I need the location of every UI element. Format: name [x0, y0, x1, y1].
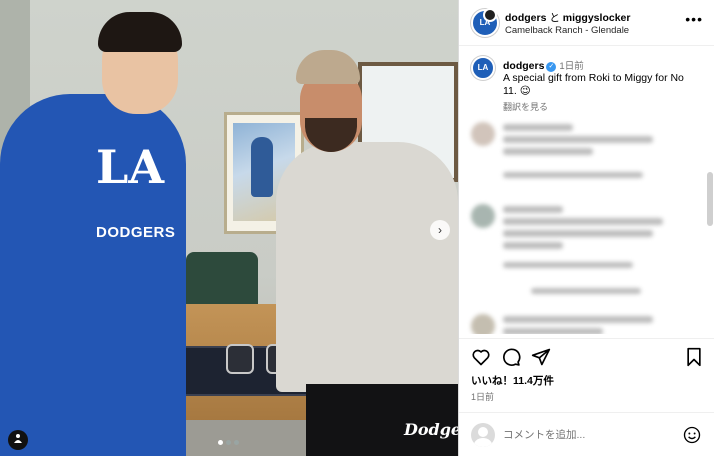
carousel-dot: [218, 440, 223, 445]
carousel-indicator: [218, 440, 239, 445]
like-count[interactable]: いいね！11.4万件: [471, 373, 554, 388]
caption-avatar[interactable]: LA: [471, 56, 495, 80]
scrollbar[interactable]: [707, 172, 713, 226]
current-user-avatar: [471, 423, 495, 447]
post-caption: LA dodgers ✓ 1日前 A special gift from Roki …: [459, 46, 714, 112]
verified-badge-icon: ✓: [546, 62, 557, 72]
caption-username[interactable]: dodgers: [503, 60, 544, 72]
post-actions: いいね！11.4万件 1日前: [459, 338, 714, 408]
miggyslocker-avatar[interactable]: [483, 8, 497, 22]
add-comment-bar: [459, 412, 714, 456]
dodgers-jersey-text: DODGERS: [96, 224, 176, 241]
bottle: [226, 344, 254, 374]
paper-plane-icon[interactable]: [531, 347, 551, 372]
post-header: LA dodgers と miggyslocker Camelback Ranc…: [459, 0, 714, 46]
author-joiner: と: [546, 12, 563, 24]
caption-text: A special gift from Roki to Miggy for No…: [503, 72, 684, 97]
post-side-panel: LA dodgers と miggyslocker Camelback Ranc…: [458, 0, 714, 456]
post-photo[interactable]: LA DODGERS Dodgers ›: [0, 0, 458, 456]
smiley-icon[interactable]: [683, 426, 701, 449]
next-photo-icon[interactable]: ›: [430, 220, 450, 240]
person-right-cap: [296, 50, 360, 84]
caption-time: 1日前: [559, 61, 584, 72]
post-authors: dodgers と miggyslocker: [505, 10, 630, 25]
comment-input[interactable]: [503, 425, 663, 445]
post-date[interactable]: 1日前: [471, 390, 494, 403]
heart-icon[interactable]: [471, 347, 491, 372]
person-left-hair: [98, 12, 182, 52]
carousel-dot: [234, 440, 239, 445]
bookmark-icon[interactable]: [685, 347, 703, 372]
carousel-dot: [226, 440, 231, 445]
dodgers-pants-logo: Dodgers: [404, 420, 458, 439]
person-tag-icon[interactable]: [8, 430, 28, 450]
post-location[interactable]: Camelback Ranch - Glendale: [505, 25, 629, 36]
author-miggyslocker[interactable]: miggyslocker: [563, 12, 631, 24]
author-dodgers[interactable]: dodgers: [505, 12, 546, 24]
comments-list[interactable]: [459, 112, 714, 334]
more-horizontal-icon[interactable]: •••: [685, 12, 703, 26]
caption-header: dodgers ✓ 1日前: [503, 58, 584, 72]
la-logo: LA: [96, 140, 165, 194]
comment-bubble-icon[interactable]: [501, 347, 521, 372]
person-right-sweatshirt: [276, 142, 458, 392]
chair: [186, 252, 258, 308]
